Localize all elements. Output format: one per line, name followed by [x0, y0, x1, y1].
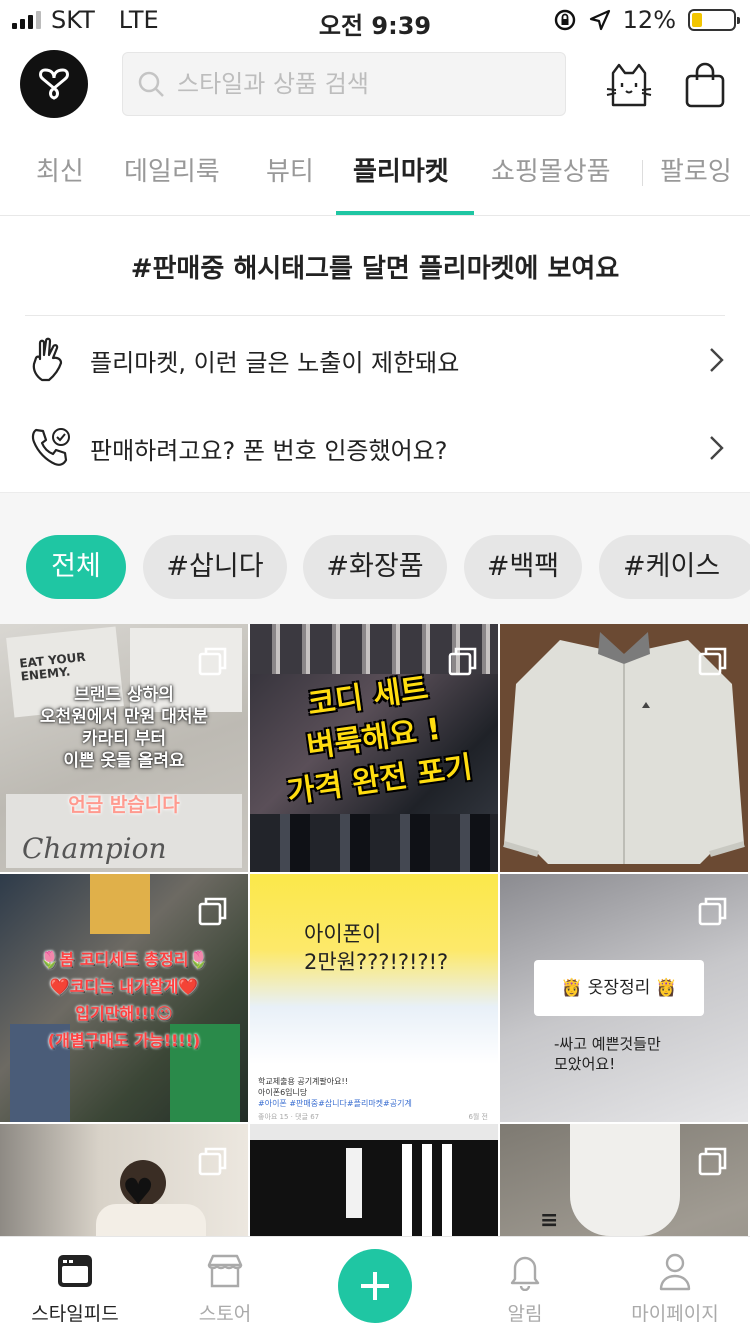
notice-row-restriction[interactable]: 플리마켓, 이런 글은 노출이 제한돼요 — [0, 320, 750, 400]
shopping-bag-icon — [685, 62, 725, 108]
notice-title: #판매중 해시태그를 달면 플리마켓에 보여요 — [130, 254, 620, 284]
tag-image — [346, 1148, 362, 1218]
multi-image-icon — [698, 897, 727, 926]
battery-percent: 12% — [622, 6, 676, 34]
nav-label: 스타일피드 — [31, 1303, 119, 1325]
plus-icon — [361, 1272, 389, 1300]
post-card-label: 👸 옷장정리 👸 — [534, 960, 704, 1016]
battery-icon — [688, 9, 740, 31]
chip-backpack[interactable]: #백팩 — [464, 535, 582, 599]
nav-store[interactable]: 스토어 — [150, 1237, 300, 1334]
post-tile[interactable]: ♥ — [0, 1124, 248, 1236]
header — [0, 50, 750, 130]
person-icon — [659, 1253, 691, 1291]
post-highlight-text: 언급 받습니다 — [68, 794, 180, 816]
post-overlay-text: 코디 세트 벼룩해요 ! 가격 완전 포기 — [284, 671, 475, 811]
cat-icon — [606, 63, 652, 107]
brand-print-text: Champion — [22, 832, 167, 865]
notice-row-label: 플리마켓, 이런 글은 노출이 제한돼요 — [90, 348, 460, 377]
stripe — [442, 1144, 452, 1236]
feed-icon — [58, 1255, 92, 1287]
post-time: 6월 전 — [468, 1113, 488, 1121]
search-input[interactable] — [177, 70, 557, 98]
post-tile[interactable]: 👸 옷장정리 👸 -싸고 예쁜것들만 모았어요! — [500, 874, 748, 1122]
cat-button[interactable] — [604, 60, 654, 110]
hand-icon — [28, 335, 72, 385]
status-bar: SKT LTE 오전 9:39 12% — [0, 0, 750, 40]
chip-all[interactable]: 전체 — [26, 535, 126, 599]
chip-buying[interactable]: #삽니다 — [143, 535, 287, 599]
post-tile[interactable]: 코디 세트 벼룩해요 ! 가격 완전 포기 — [250, 624, 498, 872]
nav-label: 마이페이지 — [631, 1303, 719, 1325]
multi-image-icon — [698, 647, 727, 676]
nav-label: 알림 — [507, 1303, 543, 1325]
multi-image-icon — [198, 897, 227, 926]
tshirt-image — [570, 1124, 680, 1236]
multi-image-icon — [198, 647, 227, 676]
tab-latest[interactable]: 최신 — [36, 138, 84, 215]
active-tab-indicator — [336, 211, 474, 215]
chip-case[interactable]: #케이스 — [599, 535, 750, 599]
bottom-navigation: 스타일피드 스토어 알림 마이페이지 — [0, 1236, 750, 1334]
phone-check-icon — [28, 423, 72, 473]
post-caption: 학교제출용 공기계팔아요!! 아이폰6입니당 #아이폰 #판매중#삽니다#플리마켓… — [258, 1077, 412, 1108]
tab-following[interactable]: 팔로잉 — [660, 138, 732, 215]
notice-row-label: 판매하려고요? 폰 번호 인증했어요? — [90, 436, 448, 465]
location-icon — [589, 9, 610, 31]
clothes-image — [250, 814, 498, 872]
store-icon — [207, 1254, 243, 1288]
brand-logo-print: ≡ — [540, 1208, 559, 1233]
background-image — [250, 1124, 498, 1140]
post-meta: 좋아요 15 · 댓글 67 — [258, 1113, 320, 1121]
multi-image-icon — [198, 1147, 227, 1176]
post-grid: EAT YOUR ENEMY. Champion 브랜드 상하의 오천원에서 만원… — [0, 624, 750, 1236]
nav-label: 스토어 — [198, 1303, 252, 1325]
post-tile[interactable] — [250, 1124, 498, 1236]
nav-style-feed[interactable]: 스타일피드 — [0, 1237, 150, 1334]
post-overlay-text: 🌷봄 코디세트 총정리🌷 ❤️코디는 내가할게❤️ 입기만해!!!😉 (개별구매도 가… — [39, 950, 209, 1050]
post-overlay-text: 브랜드 상하의 오천원에서 만원 대처분 카라티 부터 이쁜 옷들 올려요 — [39, 685, 209, 771]
tab-dailylook[interactable]: 데일리룩 — [124, 138, 220, 215]
post-tile[interactable]: 🌷봄 코디세트 총정리🌷 ❤️코디는 내가할게❤️ 입기만해!!!😉 (개별구매도 가… — [0, 874, 248, 1122]
bell-icon — [510, 1256, 540, 1291]
tab-mall-products[interactable]: 쇼핑몰상품 — [491, 138, 611, 215]
chip-cosmetics[interactable]: #화장품 — [303, 535, 447, 599]
post-tile[interactable]: 아이폰이 2만원???!?!?!? 학교제출용 공기계팔아요!! 아이폰6입니당 #… — [250, 874, 498, 1122]
logo-icon — [39, 68, 69, 100]
chevron-right-icon — [710, 436, 724, 460]
search-bar[interactable] — [122, 52, 566, 116]
search-icon — [138, 71, 164, 97]
hashtag-filter-bar: 전체 #삽니다 #화장품 #백팩 #케이스 — [0, 492, 750, 624]
post-tile[interactable] — [500, 624, 748, 872]
notice-row-phone-verify[interactable]: 판매하려고요? 폰 번호 인증했어요? — [0, 408, 750, 488]
nav-notifications[interactable]: 알림 — [450, 1237, 600, 1334]
app-logo[interactable] — [20, 50, 88, 118]
create-post-button[interactable] — [338, 1249, 412, 1323]
post-tile[interactable]: ≡ — [500, 1124, 748, 1236]
category-tabs: 최신 데일리룩 뷰티 플리마켓 쇼핑몰상품 팔로잉 — [0, 138, 750, 216]
orientation-lock-icon — [554, 9, 575, 31]
post-overlay-text: -싸고 예쁜것들만 모았어요! — [554, 1035, 661, 1073]
stripe — [402, 1144, 412, 1236]
nav-my-page[interactable]: 마이페이지 — [600, 1237, 750, 1334]
status-right: 12% — [553, 6, 740, 34]
divider — [25, 315, 725, 316]
tab-beauty[interactable]: 뷰티 — [266, 138, 314, 215]
stripe — [422, 1144, 432, 1236]
person-image — [96, 1204, 206, 1236]
chevron-right-icon — [710, 348, 724, 372]
multi-image-icon — [448, 647, 477, 676]
cart-button[interactable] — [680, 60, 730, 110]
post-tile[interactable]: EAT YOUR ENEMY. Champion 브랜드 상하의 오천원에서 만원… — [0, 624, 248, 872]
tab-fleamarket[interactable]: 플리마켓 — [353, 138, 449, 215]
tab-divider — [642, 160, 643, 186]
clothes-image — [90, 874, 150, 934]
post-title: 아이폰이 2만원???!?!?!? — [304, 922, 449, 974]
multi-image-icon — [698, 1147, 727, 1176]
